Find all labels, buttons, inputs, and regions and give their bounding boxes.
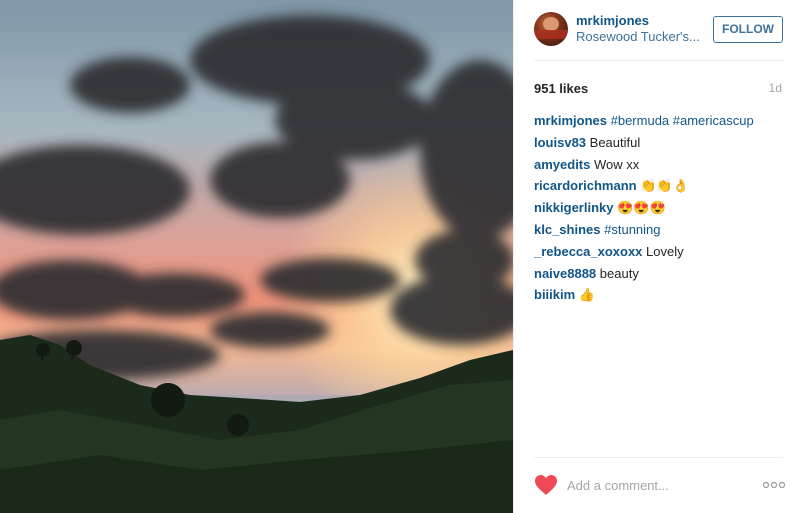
- comment-item: klc_shines #stunning: [534, 222, 789, 244]
- comment-username[interactable]: biiikim: [534, 287, 575, 302]
- comment-text[interactable]: #bermuda #americascup: [611, 113, 754, 128]
- post-header: mrkimjones Rosewood Tucker's... FOLLOW: [514, 0, 800, 60]
- comment-input[interactable]: [567, 474, 747, 496]
- comment-text: 👍: [578, 287, 595, 303]
- follow-button[interactable]: FOLLOW: [713, 16, 783, 43]
- comment-item: _rebecca_xoxoxx Lovely: [534, 244, 789, 266]
- avatar[interactable]: [534, 12, 568, 46]
- comment-username[interactable]: mrkimjones: [534, 113, 607, 128]
- post-username[interactable]: mrkimjones: [576, 13, 649, 28]
- comment-item: mrkimjones #bermuda #americascup: [534, 113, 789, 135]
- avatar-shirt: [534, 30, 568, 39]
- post-footer: [514, 466, 800, 506]
- comment-item: naive8888 beauty: [534, 266, 789, 288]
- comment-text: 😍😍😍: [617, 200, 666, 216]
- heart-icon[interactable]: [534, 474, 558, 496]
- header-divider: [534, 60, 783, 61]
- comment-item: ricardorichmann 👏👏👌: [534, 178, 789, 200]
- comment-username[interactable]: amyedits: [534, 157, 590, 172]
- likes-count[interactable]: 951 likes: [534, 81, 588, 96]
- comment-text: Lovely: [646, 243, 684, 259]
- post-photo[interactable]: [0, 0, 513, 513]
- comment-item: amyedits Wow xx: [534, 157, 789, 179]
- comment-username[interactable]: ricardorichmann: [534, 178, 637, 193]
- comment-text: 👏👏👌: [640, 178, 689, 194]
- comment-username[interactable]: nikkigerlinky: [534, 200, 613, 215]
- footer-divider: [534, 457, 783, 458]
- comment-item: biiikim 👍: [534, 287, 789, 309]
- comment-item: nikkigerlinky 😍😍😍: [534, 200, 789, 222]
- comment-text[interactable]: #stunning: [604, 222, 660, 237]
- comment-list: mrkimjones #bermuda #americascup louisv8…: [534, 113, 789, 309]
- comment-username[interactable]: naive8888: [534, 266, 596, 281]
- comment-item: louisv83 Beautiful: [534, 135, 789, 157]
- comment-username[interactable]: louisv83: [534, 135, 586, 150]
- sunset-sky-image: [0, 0, 513, 513]
- comment-text: Wow xx: [594, 156, 640, 172]
- comment-username[interactable]: klc_shines: [534, 222, 601, 237]
- more-options-icon[interactable]: [762, 480, 786, 490]
- comment-text: beauty: [599, 265, 639, 281]
- comment-text: Beautiful: [589, 134, 641, 150]
- post-location[interactable]: Rosewood Tucker's...: [576, 29, 700, 44]
- post-age[interactable]: 1d: [769, 81, 782, 95]
- post-details-panel: mrkimjones Rosewood Tucker's... FOLLOW 9…: [513, 0, 800, 513]
- avatar-face: [543, 17, 559, 31]
- comment-username[interactable]: _rebecca_xoxoxx: [534, 244, 642, 259]
